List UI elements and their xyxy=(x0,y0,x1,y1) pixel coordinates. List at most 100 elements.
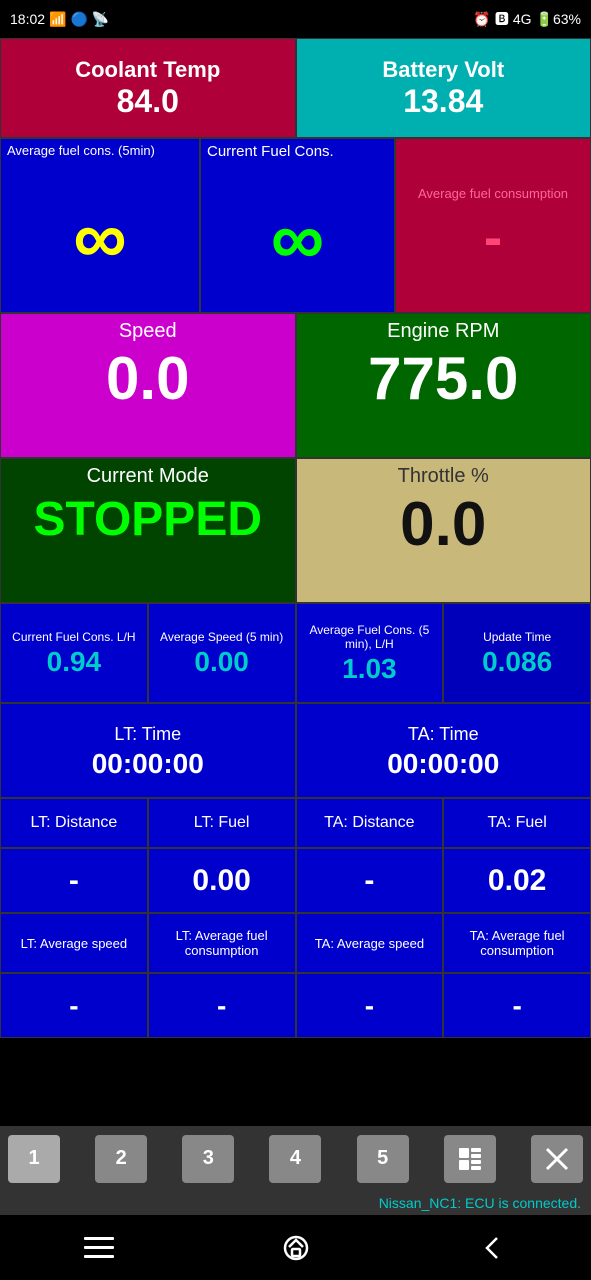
avg-fuel-cell: Average fuel cons. (5min) ∞ xyxy=(0,138,200,313)
back-icon xyxy=(479,1234,507,1262)
bottom-nav: 1 2 3 4 5 xyxy=(0,1126,591,1191)
nav-btn-5[interactable]: 5 xyxy=(357,1135,409,1183)
status-left: 18:02 📶 🔵 📡 xyxy=(10,11,109,28)
stat-avg-speed-label: Average Speed (5 min) xyxy=(156,628,287,646)
lt-avg-speed-label: LT: Average speed xyxy=(21,936,128,951)
lt-fuel-label-cell: LT: Fuel xyxy=(148,798,296,848)
stat-avg-speed-value: 0.00 xyxy=(194,646,249,678)
ta-avg-fuel-label: TA: Average fuel consumption xyxy=(447,928,587,958)
rpm-value: 775.0 xyxy=(368,349,518,409)
lt-time-title: LT: Time xyxy=(111,721,184,748)
lt-avg-speed-label-cell: LT: Average speed xyxy=(0,913,148,973)
rpm-cell: Engine RPM 775.0 xyxy=(296,313,591,458)
row-avg-values: - - - - xyxy=(0,973,591,1038)
stat-current-fuel-cons: Current Fuel Cons. L/H 0.94 xyxy=(0,603,148,703)
throttle-cell: Throttle % 0.0 xyxy=(296,458,591,603)
android-nav-bar xyxy=(0,1215,591,1280)
row-header: Coolant Temp 84.0 Battery Volt 13.84 xyxy=(0,38,591,138)
ta-avg-fuel-label-cell: TA: Average fuel consumption xyxy=(443,913,591,973)
coolant-temp-title: Coolant Temp xyxy=(75,57,220,83)
coolant-temp-section: Coolant Temp 84.0 xyxy=(0,38,296,138)
mode-title: Current Mode xyxy=(81,459,215,494)
ta-avg-speed-label-cell: TA: Average speed xyxy=(296,913,444,973)
lt-avg-fuel-value-cell: - xyxy=(148,973,296,1038)
battery-icon: 🔋63% xyxy=(536,11,581,28)
status-message-text: Nissan_NC1: ECU is connected. xyxy=(379,1195,581,1211)
row-avg-labels: LT: Average speed LT: Average fuel consu… xyxy=(0,913,591,973)
ta-time-title: TA: Time xyxy=(405,721,482,748)
ta-fuel-label: TA: Fuel xyxy=(487,814,546,832)
stat-current-fuel-cons-label: Current Fuel Cons. L/H xyxy=(8,628,139,646)
bluetooth-icon: 🔵 xyxy=(70,11,87,28)
ta-avg-speed-value: - xyxy=(365,990,374,1022)
speed-value: 0.0 xyxy=(106,349,189,409)
mode-value: STOPPED xyxy=(33,494,262,547)
row-dist-fuel-labels: LT: Distance LT: Fuel TA: Distance TA: F… xyxy=(0,798,591,848)
row-stats: Current Fuel Cons. L/H 0.94 Average Spee… xyxy=(0,603,591,703)
battery-volt-value: 13.84 xyxy=(403,83,483,120)
avg-fuel-right-cell: Average fuel consumption - xyxy=(395,138,591,313)
lt-distance-value: - xyxy=(69,864,79,898)
ta-distance-label: TA: Distance xyxy=(324,814,414,832)
curr-fuel-cell: Current Fuel Cons. ∞ xyxy=(200,138,395,313)
avg-fuel-right-value: - xyxy=(484,205,502,269)
lt-avg-fuel-value: - xyxy=(217,990,226,1022)
lt-avg-speed-value-cell: - xyxy=(0,973,148,1038)
ta-fuel-label-cell: TA: Fuel xyxy=(443,798,591,848)
avg-fuel-value: ∞ xyxy=(1,162,199,312)
ta-distance-label-cell: TA: Distance xyxy=(296,798,444,848)
avg-fuel-label: Average fuel cons. (5min) xyxy=(1,139,199,162)
row-mode-throttle: Current Mode STOPPED Throttle % 0.0 xyxy=(0,458,591,603)
avg-fuel-right-label: Average fuel consumption xyxy=(414,182,572,205)
row-lt-ta-time: LT: Time 00:00:00 TA: Time 00:00:00 xyxy=(0,703,591,798)
throttle-title: Throttle % xyxy=(392,459,495,494)
stat-update-time-label: Update Time xyxy=(479,628,555,646)
home-icon xyxy=(282,1234,310,1262)
network-icon: 4G xyxy=(513,11,532,27)
signal-icon: 📡 xyxy=(92,11,109,28)
curr-fuel-label: Current Fuel Cons. xyxy=(201,139,394,164)
ta-time-value: 00:00:00 xyxy=(387,748,499,780)
stat-avg-fuel-cons: Average Fuel Cons. (5 min), L/H 1.03 xyxy=(296,603,444,703)
nav-btn-4[interactable]: 4 xyxy=(269,1135,321,1183)
ta-fuel-value: 0.02 xyxy=(488,864,546,898)
lt-fuel-value-cell: 0.00 xyxy=(148,848,296,913)
lt-distance-value-cell: - xyxy=(0,848,148,913)
battery-volt-title: Battery Volt xyxy=(382,57,504,83)
ta-fuel-value-cell: 0.02 xyxy=(443,848,591,913)
android-back-button[interactable] xyxy=(479,1234,507,1262)
ta-distance-value-cell: - xyxy=(296,848,444,913)
layout-icon xyxy=(457,1146,483,1172)
android-home-button[interactable] xyxy=(282,1234,310,1262)
close-button[interactable] xyxy=(531,1135,583,1183)
android-menu-button[interactable] xyxy=(84,1237,114,1259)
stat-avg-fuel-cons-label: Average Fuel Cons. (5 min), L/H xyxy=(297,621,443,653)
nav-btn-2[interactable]: 2 xyxy=(95,1135,147,1183)
ta-avg-speed-value-cell: - xyxy=(296,973,444,1038)
lt-avg-speed-value: - xyxy=(69,990,78,1022)
mode-cell: Current Mode STOPPED xyxy=(0,458,296,603)
ta-avg-fuel-value-cell: - xyxy=(443,973,591,1038)
coolant-temp-value: 84.0 xyxy=(117,83,179,120)
battery-volt-section: Battery Volt 13.84 xyxy=(296,38,591,138)
alarm-icon: ⏰ xyxy=(473,11,490,28)
lt-avg-fuel-label-cell: LT: Average fuel consumption xyxy=(148,913,296,973)
speed-cell: Speed 0.0 xyxy=(0,313,296,458)
ta-distance-value: - xyxy=(364,864,374,898)
stat-update-time-value: 0.086 xyxy=(482,646,552,678)
bt-icon: 🅱 xyxy=(495,9,509,29)
hamburger-icon xyxy=(84,1237,114,1259)
lt-avg-fuel-label: LT: Average fuel consumption xyxy=(152,928,292,958)
main-content: Coolant Temp 84.0 Battery Volt 13.84 Ave… xyxy=(0,38,591,1126)
lt-distance-label-cell: LT: Distance xyxy=(0,798,148,848)
layout-icon-button[interactable] xyxy=(444,1135,496,1183)
status-time: 18:02 xyxy=(10,11,45,27)
wifi-icon: 📶 xyxy=(49,11,66,28)
stat-current-fuel-cons-value: 0.94 xyxy=(47,646,102,678)
nav-btn-1[interactable]: 1 xyxy=(8,1135,60,1183)
ta-avg-speed-label: TA: Average speed xyxy=(315,936,424,951)
nav-btn-3[interactable]: 3 xyxy=(182,1135,234,1183)
stat-avg-fuel-cons-value: 1.03 xyxy=(342,653,397,685)
row-fuel: Average fuel cons. (5min) ∞ Current Fuel… xyxy=(0,138,591,313)
status-right: ⏰ 🅱 4G 🔋63% xyxy=(473,9,581,29)
